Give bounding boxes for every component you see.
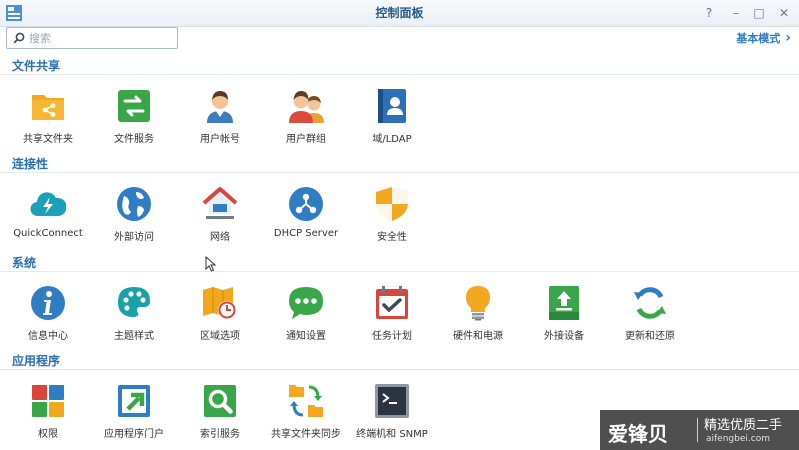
privileges-icon [32,385,64,417]
tile-shared-folder-sync[interactable]: 共享文件夹同步 [258,383,354,450]
tile-hardware-power[interactable]: 硬件和电源 [430,285,526,357]
user-icon [207,91,233,123]
tile-label: 更新和还原 [625,331,675,342]
tile-label: 硬件和电源 [453,331,503,342]
tile-notification[interactable]: 通知设置 [258,285,354,357]
title-bar: 控制面板 ? – □ ✕ [0,0,799,27]
maximize-button[interactable]: □ [750,4,768,22]
update-restore-icon [634,287,666,319]
watermark-url: aifengbei.com [706,434,770,444]
tile-label: 任务计划 [372,331,412,342]
section-divider [0,271,799,272]
application-portal-icon [118,385,150,417]
search-field[interactable] [6,27,178,49]
tile-dhcp-server[interactable]: DHCP Server [258,186,354,258]
help-button[interactable]: ? [700,4,718,22]
window-title: 控制面板 [375,6,424,20]
tile-label: 网络 [210,232,230,243]
tile-shared-folder[interactable]: 共享文件夹 [0,88,96,160]
dhcp-server-icon [289,187,323,221]
mouse-pointer-icon [205,256,217,272]
tile-network[interactable]: 网络 [172,186,268,258]
section-title-file-sharing: 文件共享 [12,59,61,73]
basic-mode-link[interactable]: 基本模式 › [736,30,791,46]
chevron-right-icon: › [785,30,791,46]
tile-domain-ldap[interactable]: 域/LDAP [344,88,440,160]
tile-file-services[interactable]: 文件服务 [86,88,182,160]
section-divider [0,172,799,173]
tile-label: DHCP Server [273,228,339,239]
section-title-system: 系统 [12,256,37,270]
group-icon [289,91,324,123]
tile-label: 主题样式 [114,331,154,342]
external-devices-icon [549,286,579,320]
tile-application-portal[interactable]: 应用程序门户 [86,383,182,450]
tile-label: 用户帐号 [200,134,240,145]
tile-terminal-snmp[interactable]: 终端机和 SNMP [344,383,440,450]
tile-regional-options[interactable]: 区域选项 [172,285,268,357]
basic-mode-label: 基本模式 [736,32,781,45]
info-center-icon [31,286,65,320]
tile-label: 区域选项 [200,331,240,342]
tile-task-scheduler[interactable]: 任务计划 [344,285,440,357]
tile-label: 外部访问 [114,232,154,243]
quickconnect-icon [30,192,66,217]
section-title-connectivity: 连接性 [12,157,49,171]
domain-ldap-icon [378,89,406,123]
network-icon [202,187,238,219]
tile-security[interactable]: 安全性 [344,186,440,258]
section-divider [0,369,799,370]
tile-external-devices[interactable]: 外接设备 [516,285,612,357]
tile-update-restore[interactable]: 更新和还原 [602,285,698,357]
watermark-slogan: 精选优质二手 [704,418,783,433]
task-scheduler-icon [376,286,408,319]
tile-theme[interactable]: 主题样式 [86,285,182,357]
tile-label: 外接设备 [544,331,584,342]
external-access-icon [117,187,151,221]
tile-label: 应用程序门户 [104,429,164,440]
tile-label: QuickConnect [13,228,83,239]
watermark-logo: 爱锋贝 [608,422,668,446]
tile-label: 域/LDAP [372,134,412,145]
shared-folder-sync-icon [289,385,323,417]
theme-icon [118,287,150,317]
tile-user[interactable]: 用户帐号 [172,88,268,160]
section-divider [0,74,799,75]
close-button[interactable]: ✕ [775,4,793,22]
tile-label: 权限 [38,429,58,440]
tile-label: 共享文件夹同步 [271,429,341,440]
section-title-applications: 应用程序 [12,354,61,368]
tile-quickconnect[interactable]: QuickConnect [0,186,96,258]
tile-privileges[interactable]: 权限 [0,383,96,450]
tile-label: 终端机和 SNMP [356,429,428,440]
notification-icon [289,287,323,319]
shared-folder-icon [32,95,64,120]
tile-label: 通知设置 [286,331,326,342]
minimize-button[interactable]: – [727,4,745,22]
hardware-power-icon [466,286,490,321]
tile-label: 索引服务 [200,429,240,440]
regional-options-icon [203,287,236,319]
search-input[interactable] [29,30,174,46]
file-services-icon [118,90,150,122]
watermark: 爱锋贝 精选优质二手 aifengbei.com [600,410,799,450]
terminal-snmp-icon [375,384,409,418]
security-icon [376,187,408,221]
tile-label: 用户群组 [286,134,326,145]
tile-info-center[interactable]: 信息中心 [0,285,96,357]
indexing-service-icon [204,385,236,417]
tile-indexing-service[interactable]: 索引服务 [172,383,268,450]
tile-label: 共享文件夹 [23,134,73,145]
search-icon [13,32,25,44]
tile-label: 安全性 [377,232,407,243]
watermark-divider [697,418,698,442]
tile-label: 文件服务 [114,134,154,145]
tile-label: 信息中心 [28,331,68,342]
tile-group[interactable]: 用户群组 [258,88,354,160]
tile-external-access[interactable]: 外部访问 [86,186,182,258]
